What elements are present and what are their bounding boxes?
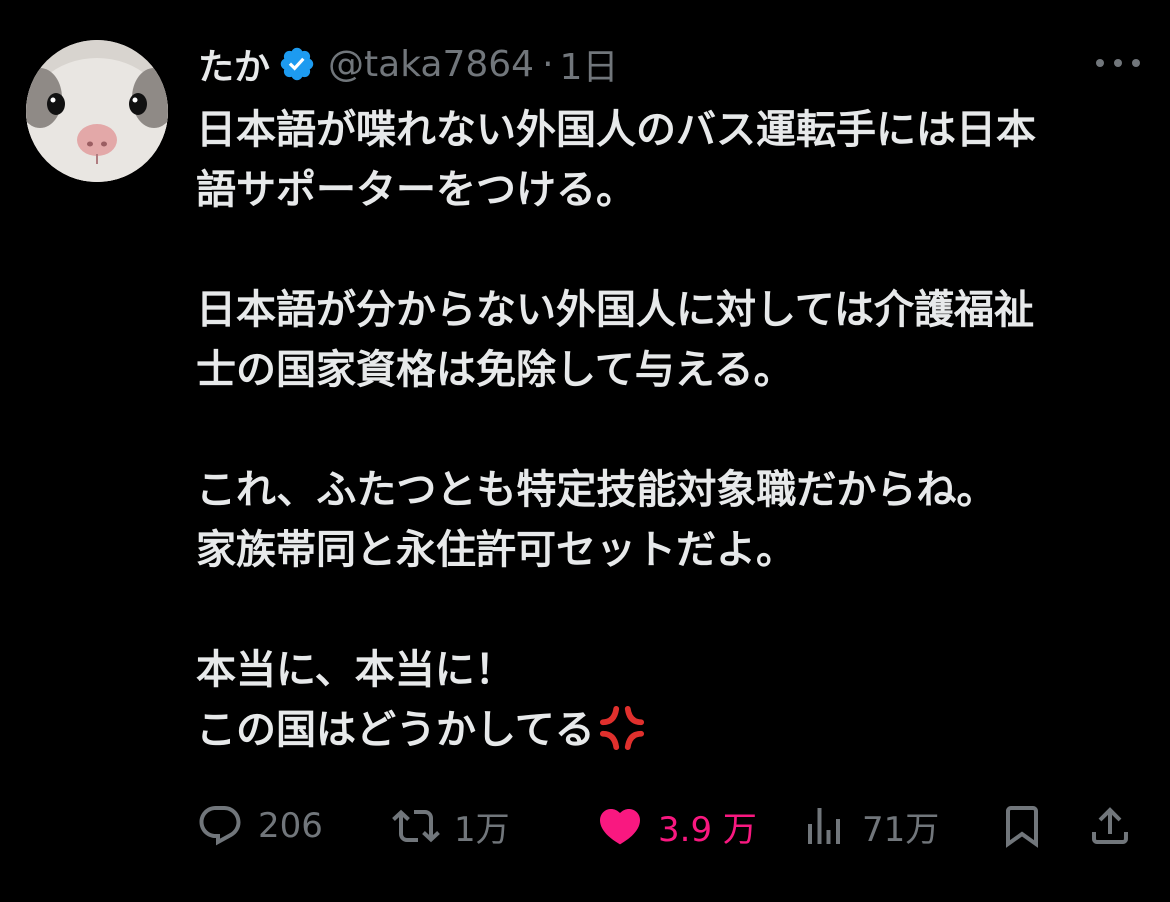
anger-symbol-emoji-icon — [599, 705, 645, 751]
heart-icon — [596, 802, 644, 850]
reply-icon — [196, 802, 244, 850]
separator-dot: · — [542, 43, 554, 85]
verified-badge-icon — [278, 45, 316, 83]
like-button[interactable]: 3.9 万 — [596, 796, 757, 856]
retweet-count: 1万 — [454, 809, 510, 850]
like-count: 3.9 万 — [658, 809, 757, 850]
post-text: 日本語が喋れない外国人のバス運転手には日本 語サポーターをつける。 日本語が分か… — [196, 100, 1146, 760]
text-line-last: この国はどうかしてる — [196, 700, 1146, 760]
text-line: これ、ふたつとも特定技能対象職だからね。 — [196, 467, 997, 513]
author-name[interactable]: たか — [198, 38, 270, 90]
avatar[interactable] — [26, 40, 168, 182]
more-dot — [1132, 59, 1140, 67]
share-button[interactable] — [1086, 796, 1134, 856]
text-line: 士の国家資格は免除して与える。 — [196, 347, 794, 393]
more-dot — [1114, 59, 1122, 67]
text-line: 日本語が分からない外国人に対しては介護福祉 — [196, 287, 1034, 333]
text-line: 日本語が喋れない外国人のバス運転手には日本 — [196, 107, 1036, 153]
more-options-icon[interactable] — [1096, 48, 1140, 78]
retweet-icon — [392, 802, 440, 850]
text-line-content: この国はどうかしてる — [196, 707, 595, 753]
views-button[interactable]: 71万 — [800, 796, 939, 856]
post-header: たか @taka7864 · 1日 — [198, 38, 618, 90]
text-line: 語サポーターをつける。 — [196, 167, 636, 213]
action-bar: 206 1万 3.9 万 71万 — [196, 796, 1140, 856]
views-icon — [800, 802, 848, 850]
reply-button[interactable]: 206 — [196, 796, 323, 856]
post-timestamp[interactable]: 1日 — [560, 38, 619, 90]
bookmark-icon — [998, 802, 1046, 850]
author-handle[interactable]: @taka7864 — [328, 44, 534, 85]
bookmark-button[interactable] — [998, 796, 1046, 856]
more-dot — [1096, 59, 1104, 67]
cat-face-avatar — [26, 40, 168, 182]
share-icon — [1086, 802, 1134, 850]
text-line: 本当に、本当に！ — [196, 647, 515, 693]
text-line: 家族帯同と永住許可セットだよ。 — [196, 527, 796, 573]
views-count: 71万 — [862, 809, 940, 850]
reply-count: 206 — [258, 806, 323, 846]
retweet-button[interactable]: 1万 — [392, 796, 510, 856]
